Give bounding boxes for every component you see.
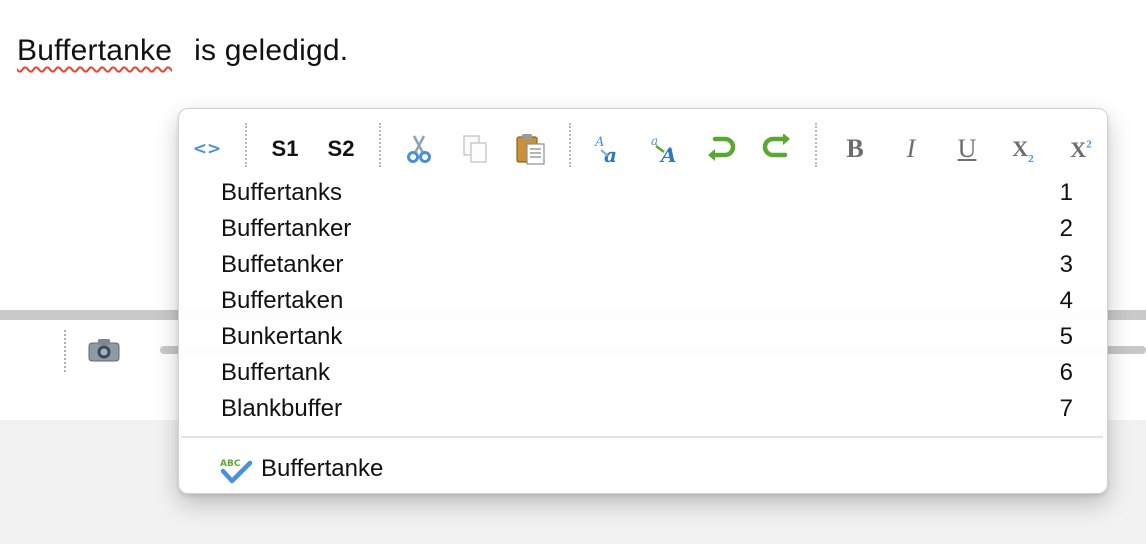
bold-icon: B (846, 134, 864, 163)
superscript-letter: X (1070, 137, 1087, 162)
suggestion-item[interactable]: Buffertanks 1 (179, 175, 1107, 211)
s1-label: S1 (271, 136, 299, 161)
find-button[interactable]: A a (589, 129, 629, 169)
suggestion-item[interactable]: Buffertaken 4 (179, 283, 1107, 319)
toolbar-separator (245, 123, 247, 167)
toolbar-separator (569, 123, 571, 167)
s1-button[interactable]: S1 (265, 129, 305, 169)
redo-icon (762, 134, 790, 158)
toolbar-separator (815, 123, 817, 167)
toolbar-separator (64, 330, 66, 372)
bold-button[interactable]: B (835, 129, 875, 169)
subscript-button[interactable]: X2 (1003, 129, 1043, 169)
find-icon: A a (594, 135, 617, 166)
paste-button[interactable] (513, 129, 549, 169)
undo-icon (708, 136, 736, 161)
misspelled-word[interactable]: Buffertanke (17, 34, 172, 67)
copy-button[interactable] (457, 129, 493, 169)
suggestion-shortcut: 1 (1059, 179, 1073, 206)
spellcheck-abc-icon: ABC (220, 459, 253, 484)
subscript-letter: X (1012, 135, 1029, 161)
redo-button[interactable] (757, 129, 797, 169)
svg-text:ABC: ABC (220, 459, 241, 469)
add-to-dictionary-word: Buffertanke (261, 455, 384, 482)
tag-toggle-button[interactable]: <> (191, 129, 223, 169)
suggestion-item[interactable]: Buffetanker 3 (179, 247, 1107, 283)
svg-text:A: A (594, 135, 604, 150)
superscript-icon: X2 (1070, 134, 1091, 164)
suggestion-word: Buffetanker (221, 251, 344, 278)
popup-toolbar: <> S1 S2 A a a A B I U X2 X2 (179, 109, 1107, 183)
italic-icon: I (906, 134, 916, 163)
suggestion-item[interactable]: Blankbuffer 7 (179, 391, 1107, 427)
italic-button[interactable]: I (891, 129, 931, 169)
suggestion-word: Buffertanker (221, 215, 352, 242)
undo-button[interactable] (701, 129, 741, 169)
s2-button[interactable]: S2 (321, 129, 361, 169)
suggestion-shortcut: 5 (1059, 323, 1073, 350)
suggestion-item[interactable]: Buffertank 6 (179, 355, 1107, 391)
cut-button[interactable] (401, 129, 437, 169)
sentence-rest: is geledigd. (194, 34, 349, 67)
suggestion-word: Buffertaken (221, 287, 344, 314)
suggestion-word: Blankbuffer (221, 395, 342, 422)
toolbar-separator (379, 123, 381, 167)
suggestion-word: Buffertanks (221, 179, 342, 206)
underline-button[interactable]: U (947, 129, 987, 169)
suggestion-word: Bunkertank (221, 323, 343, 350)
replace-icon: a A (651, 134, 677, 166)
superscript-button[interactable]: X2 (1061, 129, 1101, 169)
suggestion-shortcut: 3 (1059, 251, 1073, 278)
editor-sentence: Buffertanke is geledigd. (17, 34, 348, 68)
tag-toggle-icon: <> (192, 139, 222, 159)
copy-icon (463, 135, 487, 163)
subscript-mark: 2 (1028, 153, 1034, 166)
s2-label: S2 (327, 136, 355, 161)
svg-text:A: A (659, 143, 677, 166)
suggestion-shortcut: 2 (1059, 215, 1073, 242)
replace-button[interactable]: a A (645, 129, 685, 169)
suggestion-shortcut: 7 (1059, 395, 1073, 422)
paste-icon (516, 134, 545, 165)
subscript-icon: X2 (1012, 133, 1033, 165)
suggestion-shortcut: 4 (1059, 287, 1073, 314)
superscript-mark: 2 (1086, 138, 1092, 151)
suggestion-shortcut: 6 (1059, 359, 1073, 386)
popup-divider (181, 436, 1103, 438)
suggestion-item[interactable]: Bunkertank 5 (179, 319, 1107, 355)
spellcheck-popup: <> S1 S2 A a a A B I U X2 X2 Buffertanks… (178, 108, 1108, 494)
suggestion-item[interactable]: Buffertanker 2 (179, 211, 1107, 247)
add-to-dictionary-item[interactable]: ABC Buffertanke (179, 451, 1107, 487)
underline-icon: U (957, 134, 977, 163)
cut-icon (407, 135, 431, 163)
suggestion-word: Buffertank (221, 359, 330, 386)
camera-icon[interactable] (88, 338, 120, 362)
